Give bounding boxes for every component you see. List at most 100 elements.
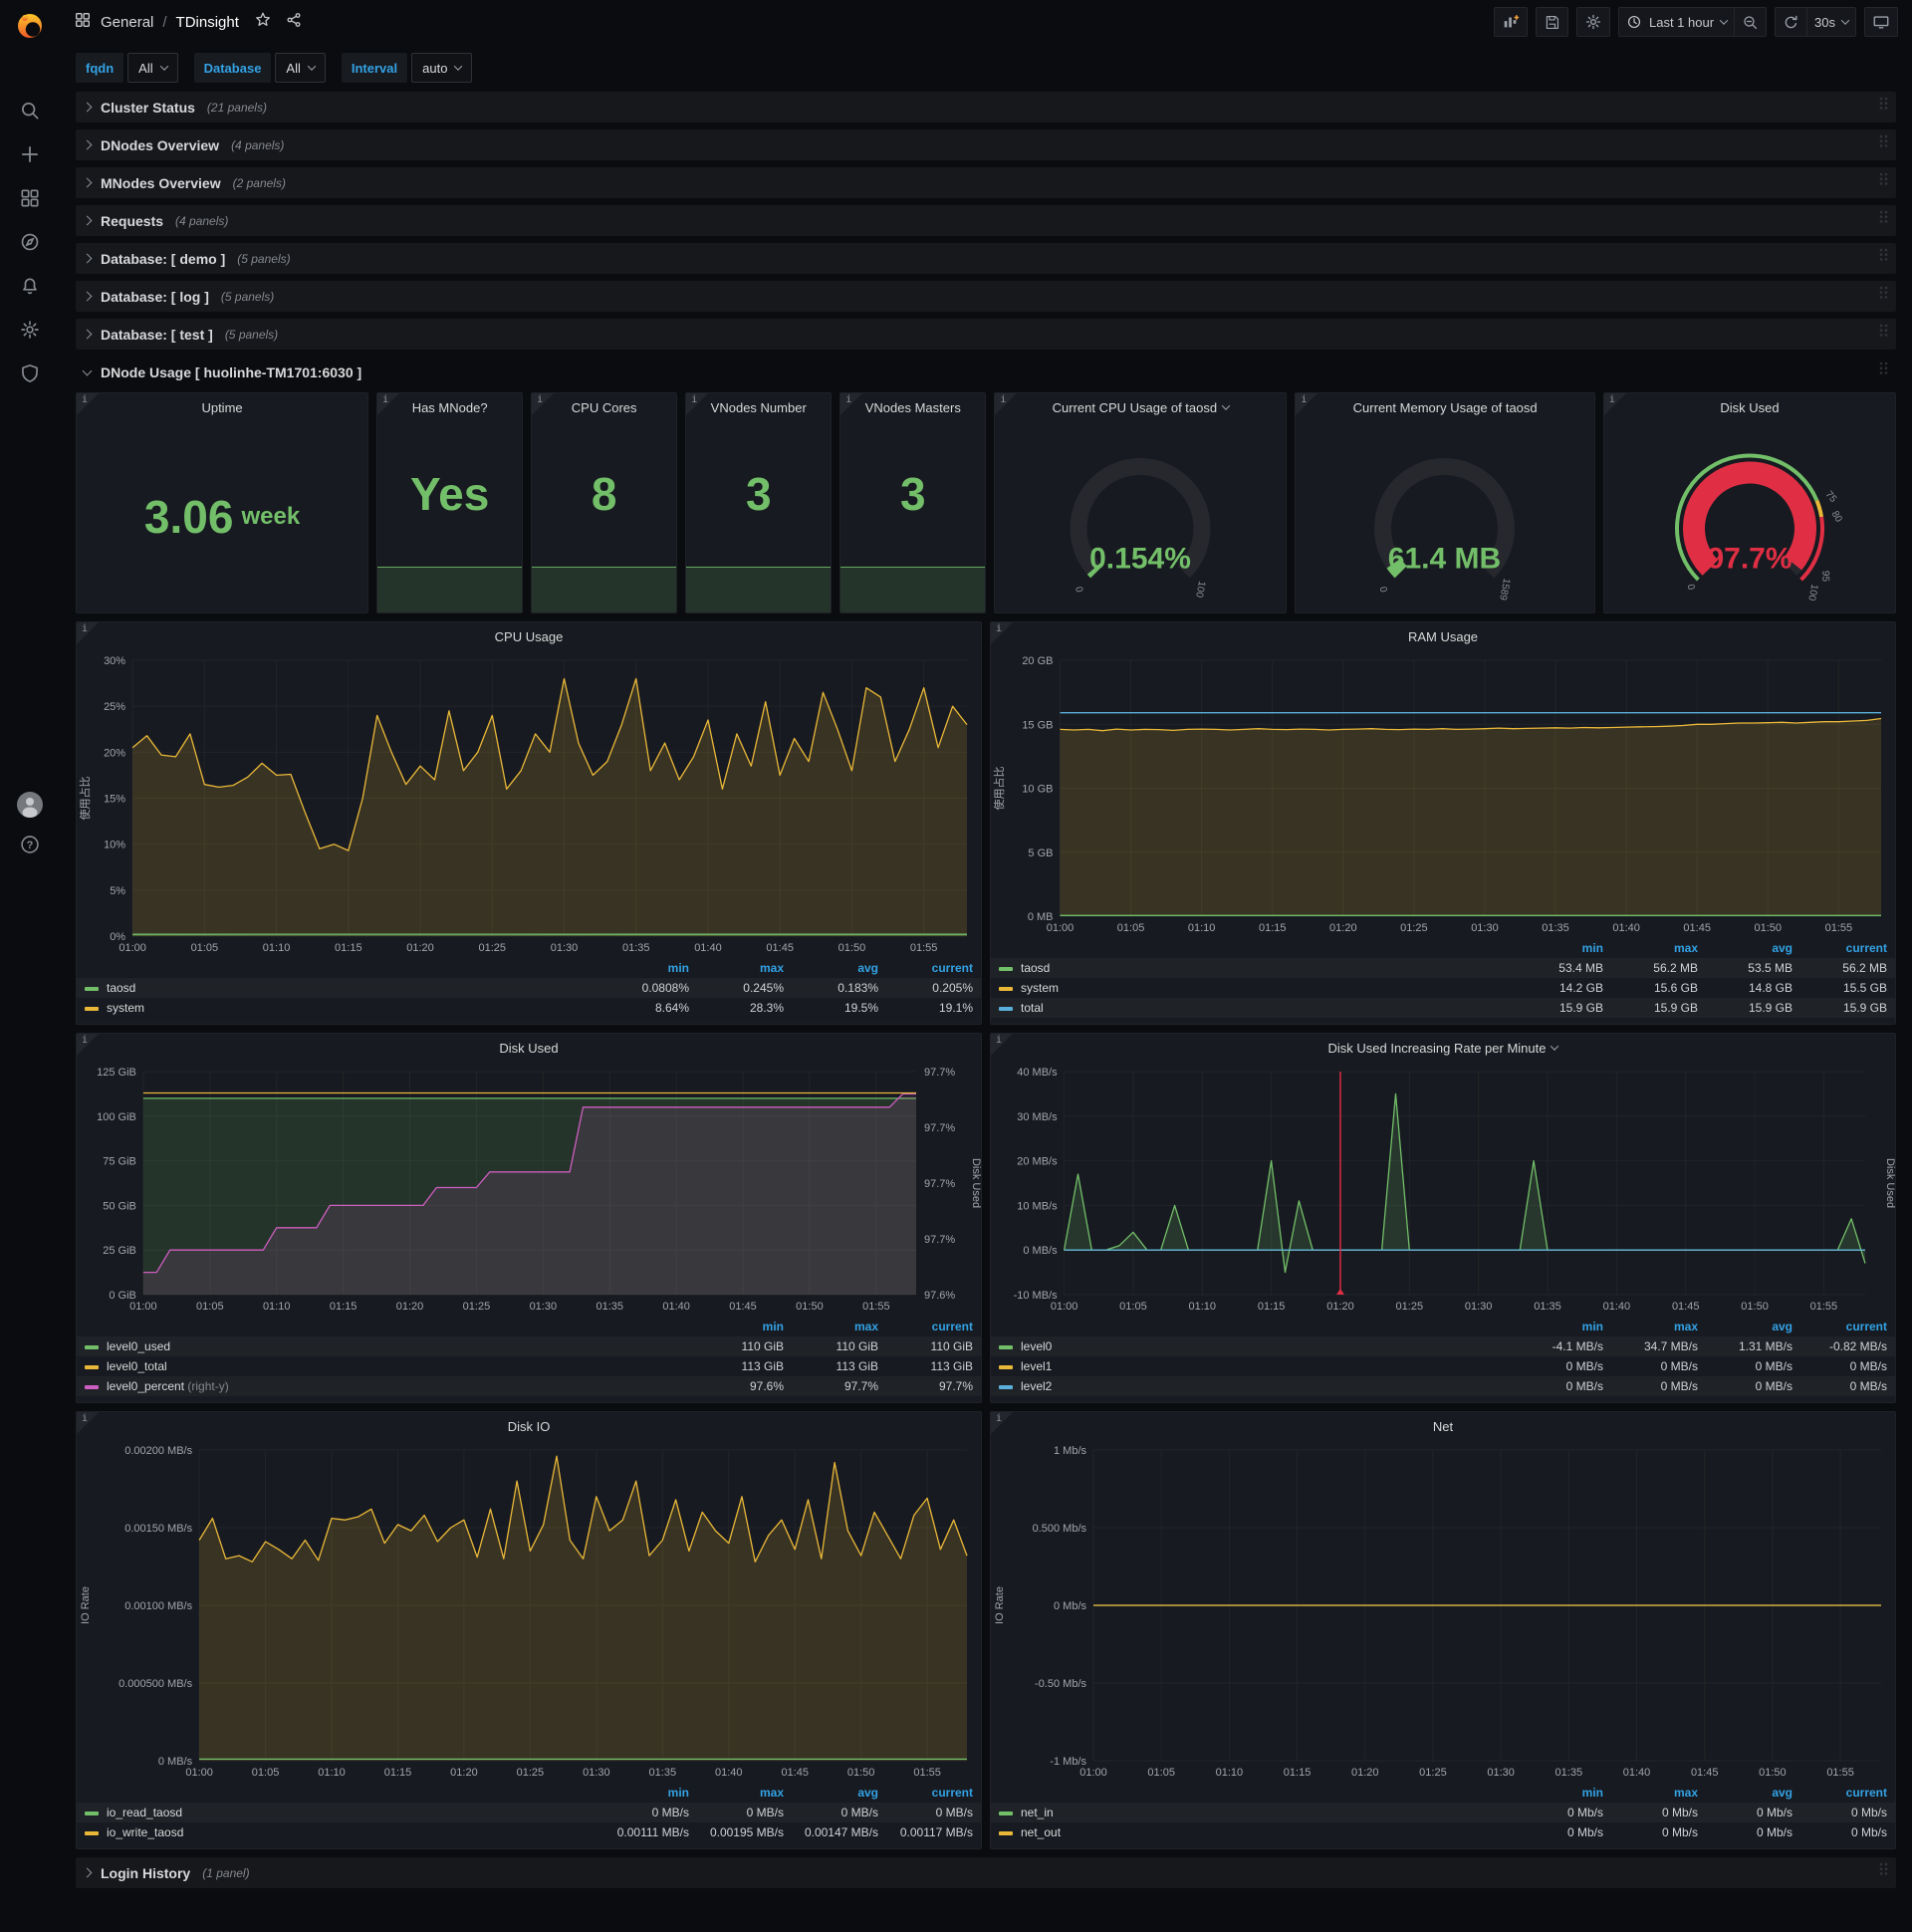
legend-column-min[interactable]: min: [602, 1783, 697, 1803]
series-label[interactable]: taosd: [1021, 961, 1050, 975]
row-drag-handle[interactable]: [1878, 133, 1888, 156]
row-drag-handle[interactable]: [1878, 1861, 1888, 1884]
user-avatar[interactable]: [17, 792, 43, 818]
panel-info-icon[interactable]: [991, 1034, 1013, 1056]
series-name-cell[interactable]: io_write_taosd: [77, 1822, 602, 1842]
legend-column-min[interactable]: min: [602, 958, 697, 978]
dashboard-settings-button[interactable]: [1575, 7, 1610, 37]
row-title[interactable]: Database: [ demo ]: [101, 251, 225, 267]
row-drag-handle[interactable]: [1878, 323, 1888, 346]
configuration-gear-icon[interactable]: [19, 319, 41, 341]
panel-info-icon[interactable]: [686, 393, 709, 415]
create-plus-icon[interactable]: [19, 143, 41, 165]
cycle-view-mode-button[interactable]: [1864, 7, 1898, 37]
row-title[interactable]: DNodes Overview: [101, 137, 219, 153]
panel-title[interactable]: Disk Used: [77, 1034, 981, 1062]
series-label[interactable]: system: [107, 1001, 144, 1015]
row-drag-handle[interactable]: [1878, 247, 1888, 270]
panel-info-icon[interactable]: [1603, 393, 1626, 415]
series-label[interactable]: io_read_taosd: [107, 1806, 182, 1819]
series-label[interactable]: level0_percent: [107, 1379, 184, 1393]
series-name-cell[interactable]: net_in: [991, 1803, 1517, 1822]
legend-column-avg[interactable]: avg: [792, 1783, 886, 1803]
legend-column-avg[interactable]: avg: [1706, 1317, 1800, 1336]
series-label[interactable]: net_in: [1021, 1806, 1054, 1819]
series-label[interactable]: level0_total: [107, 1359, 167, 1373]
help-icon[interactable]: ?: [19, 834, 41, 855]
row-drag-handle[interactable]: [1878, 209, 1888, 232]
series-name-cell[interactable]: level0_percent (right-y): [77, 1376, 697, 1396]
legend-row[interactable]: level2 0 MB/s 0 MB/s 0 MB/s 0 MB/s: [991, 1376, 1895, 1396]
legend-row[interactable]: total 15.9 GB 15.9 GB 15.9 GB 15.9 GB: [991, 998, 1895, 1018]
dashboard-row[interactable]: Database: [ demo ] (5 panels): [76, 243, 1896, 274]
panel-info-icon[interactable]: [1296, 393, 1318, 415]
legend-column-avg[interactable]: avg: [1706, 1783, 1800, 1803]
legend-column-current[interactable]: current: [886, 1783, 981, 1803]
legend-column-max[interactable]: max: [1611, 938, 1706, 958]
variable-picker-fqdn[interactable]: All: [127, 53, 178, 83]
legend-column-min[interactable]: min: [1517, 1783, 1611, 1803]
series-label[interactable]: total: [1021, 1001, 1044, 1015]
series-name-cell[interactable]: system: [77, 998, 602, 1018]
dashboard-row[interactable]: DNodes Overview (4 panels): [76, 129, 1896, 160]
series-name-cell[interactable]: net_out: [991, 1822, 1517, 1842]
legend-column-max[interactable]: max: [697, 1783, 792, 1803]
row-title[interactable]: Database: [ log ]: [101, 289, 209, 305]
panel-info-icon[interactable]: [77, 1034, 99, 1056]
dashboard-row[interactable]: Cluster Status (21 panels): [76, 92, 1896, 122]
row-dnode-usage[interactable]: DNode Usage [ huolinhe-TM1701:6030 ]: [76, 357, 1896, 387]
legend-row[interactable]: level0 -4.1 MB/s 34.7 MB/s 1.31 MB/s -0.82 M…: [991, 1336, 1895, 1356]
series-label[interactable]: level1: [1021, 1359, 1052, 1373]
panel-title[interactable]: Net: [991, 1412, 1895, 1440]
legend-column-min[interactable]: min: [1517, 1317, 1611, 1336]
refresh-button[interactable]: [1775, 7, 1807, 37]
legend-column-max[interactable]: max: [792, 1317, 886, 1336]
series-name-cell[interactable]: level2: [991, 1376, 1517, 1396]
legend-row[interactable]: net_out 0 Mb/s 0 Mb/s 0 Mb/s 0 Mb/s: [991, 1822, 1895, 1842]
legend-column-max[interactable]: max: [1611, 1783, 1706, 1803]
save-dashboard-button[interactable]: [1535, 7, 1568, 37]
series-name-cell[interactable]: taosd: [991, 958, 1517, 978]
panel-info-icon[interactable]: [840, 393, 863, 415]
panel-info-icon[interactable]: [991, 622, 1013, 644]
panel-title[interactable]: Disk Used Increasing Rate per Minute: [991, 1034, 1895, 1062]
legend-column-current[interactable]: current: [1800, 1783, 1895, 1803]
variable-label-interval[interactable]: Interval: [341, 53, 408, 83]
panel-info-icon[interactable]: [377, 393, 400, 415]
panel-info-icon[interactable]: [77, 393, 99, 415]
panel-title[interactable]: CPU Usage: [77, 622, 981, 650]
search-icon[interactable]: [19, 100, 41, 121]
legend-column-current[interactable]: current: [886, 1317, 981, 1336]
series-name-cell[interactable]: level1: [991, 1356, 1517, 1376]
row-drag-handle[interactable]: [1878, 361, 1888, 383]
add-panel-button[interactable]: [1493, 7, 1528, 37]
panel-info-icon[interactable]: [995, 393, 1018, 415]
star-icon[interactable]: [254, 11, 272, 33]
panel-info-icon[interactable]: [991, 1412, 1013, 1434]
cpu-chart[interactable]: 0%5%10%15%20%25%30%01:00 01:05 01:10 01:15 0…: [77, 650, 981, 956]
disk-used-gauge-svg[interactable]: 75 80 95100 0 97.7%: [1604, 421, 1895, 612]
legend-column-current[interactable]: current: [1800, 1317, 1895, 1336]
disk_io-chart[interactable]: 0 MB/s0.000500 MB/s0.00100 MB/s0.00150 M…: [77, 1440, 981, 1781]
row-title[interactable]: Requests: [101, 213, 163, 229]
legend-row[interactable]: taosd 53.4 MB 56.2 MB 53.5 MB 56.2 MB: [991, 958, 1895, 978]
series-name-cell[interactable]: level0: [991, 1336, 1517, 1356]
panel-title[interactable]: Current Memory Usage of taosd: [1296, 393, 1593, 421]
legend-column-max[interactable]: max: [697, 958, 792, 978]
series-name-cell[interactable]: system: [991, 978, 1517, 998]
chart-plot-area[interactable]: 0 MB 5 GB 10 GB 15 GB 20 GB 01:00 01:05 01:10 01…: [991, 650, 1895, 936]
cpu-usage-gauge-svg[interactable]: 0 1000.154%: [995, 421, 1286, 612]
legend-column-min[interactable]: min: [697, 1317, 792, 1336]
series-label[interactable]: io_write_taosd: [107, 1825, 183, 1839]
breadcrumb-section[interactable]: General: [101, 14, 153, 31]
series-name-cell[interactable]: io_read_taosd: [77, 1803, 602, 1822]
series-label[interactable]: level2: [1021, 1379, 1052, 1393]
row-drag-handle[interactable]: [1878, 96, 1888, 119]
panel-title[interactable]: Disk Used: [1604, 393, 1895, 421]
row-title[interactable]: Database: [ test ]: [101, 327, 213, 343]
legend-column-avg[interactable]: avg: [792, 958, 886, 978]
row-drag-handle[interactable]: [1878, 171, 1888, 194]
refresh-interval-picker[interactable]: 30s: [1806, 7, 1856, 37]
row-title[interactable]: Login History: [101, 1865, 190, 1881]
alerting-bell-icon[interactable]: [19, 275, 41, 297]
